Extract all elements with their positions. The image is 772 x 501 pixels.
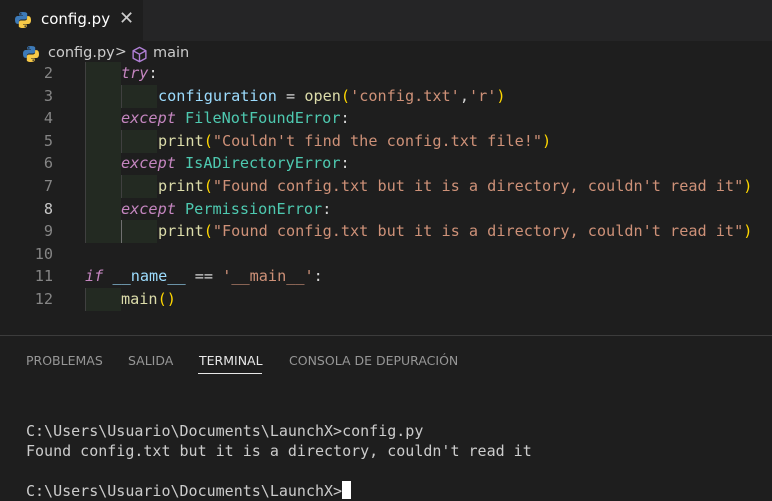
editor-tab-bar: config.py ✕ <box>0 0 772 41</box>
tab-label: config.py <box>41 10 111 28</box>
breadcrumb-separator: > <box>115 44 127 60</box>
code-text: print("Found config.txt but it is a dire… <box>158 222 753 241</box>
line-number: 5 <box>43 131 53 150</box>
tab-problemas[interactable]: PROBLEMAS <box>26 353 103 368</box>
code-text: try: <box>121 64 158 82</box>
tab-salida[interactable]: SALIDA <box>128 353 173 368</box>
code-line-active: 8 except PermissionError: <box>0 198 772 221</box>
code-text: except PermissionError: <box>121 199 332 218</box>
breadcrumb-symbol[interactable]: main <box>153 45 189 61</box>
code-line: 9 print("Found config.txt but it is a di… <box>0 220 772 243</box>
terminal-prompt-line[interactable]: C:\Users\Usuario\Documents\LaunchX> <box>26 481 352 501</box>
terminal-prompt: C:\Users\Usuario\Documents\LaunchX> <box>26 482 343 500</box>
vscode-window: config.py ✕ config.py > main 2 try: 3 co… <box>0 0 772 501</box>
terminal-cursor <box>342 481 352 499</box>
code-text: if __name__ == '__main__': <box>85 267 323 286</box>
active-tab-indicator <box>198 373 262 374</box>
tab-consola-depuracion[interactable]: CONSOLA DE DEPURACIÓN <box>289 353 458 368</box>
line-number: 8 <box>43 199 53 218</box>
terminal-line: C:\Users\Usuario\Documents\LaunchX>confi… <box>26 422 424 440</box>
code-line: 3 configuration = open('config.txt','r') <box>0 85 772 108</box>
code-text: print("Found config.txt but it is a dire… <box>158 177 753 195</box>
line-number: 11 <box>34 267 53 286</box>
terminal-line: Found config.txt but it is a directory, … <box>26 442 532 460</box>
line-number: 7 <box>43 177 53 195</box>
code-line: 7 print("Found config.txt but it is a di… <box>0 175 772 198</box>
line-number: 10 <box>34 244 53 263</box>
code-line: 6 except IsADirectoryError: <box>0 152 772 175</box>
close-icon[interactable]: ✕ <box>119 8 134 30</box>
code-editor[interactable]: 2 try: 3 configuration = open('config.tx… <box>0 62 772 334</box>
line-number: 9 <box>43 222 53 241</box>
line-number: 12 <box>34 290 53 308</box>
line-number: 4 <box>43 109 53 128</box>
code-text: configuration = open('config.txt','r') <box>158 86 506 105</box>
tab-terminal[interactable]: TERMINAL <box>199 353 263 368</box>
code-line: 12 main() <box>0 288 772 311</box>
code-text: main() <box>121 290 176 308</box>
code-line: 11 if __name__ == '__main__': <box>0 265 772 288</box>
breadcrumb-file[interactable]: config.py <box>48 45 115 61</box>
code-text: except IsADirectoryError: <box>121 154 350 173</box>
code-line: 4 except FileNotFoundError: <box>0 107 772 130</box>
code-line: 5 print("Couldn't find the config.txt fi… <box>0 130 772 153</box>
code-text: print("Couldn't find the config.txt file… <box>158 131 552 150</box>
code-line: 10 <box>0 243 772 266</box>
line-number: 3 <box>43 86 53 105</box>
code-line: 2 try: <box>0 62 772 85</box>
tab-config-py[interactable]: config.py ✕ <box>0 0 143 41</box>
code-text: except FileNotFoundError: <box>121 109 350 128</box>
line-number: 2 <box>43 64 53 82</box>
python-file-icon <box>14 11 32 33</box>
line-number: 6 <box>43 154 53 173</box>
bottom-panel: PROBLEMAS SALIDA TERMINAL CONSOLA DE DEP… <box>0 336 772 501</box>
